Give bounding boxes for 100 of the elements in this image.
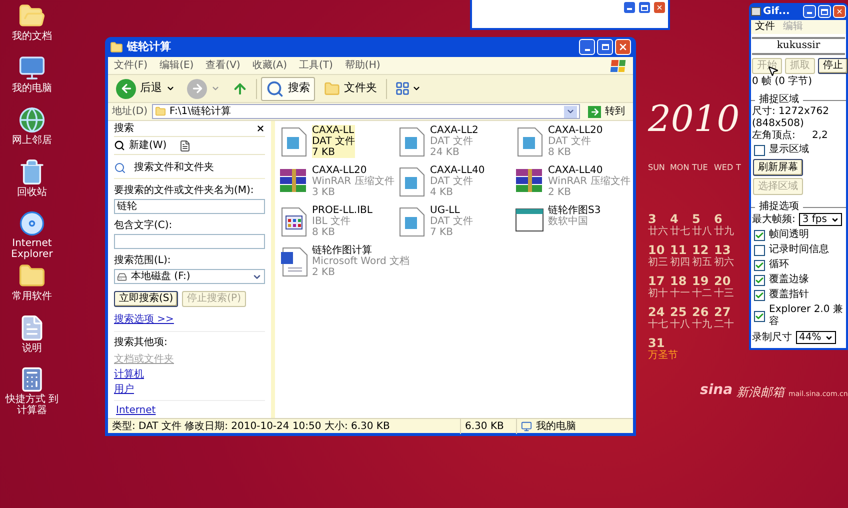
address-field[interactable]: F:\1\链轮计算 xyxy=(152,104,580,119)
search-now-button[interactable]: 立即搜索(S) xyxy=(114,291,178,307)
search-button[interactable]: 搜索 xyxy=(261,76,315,100)
stop-button[interactable]: 停止 xyxy=(818,58,848,74)
maximize-button[interactable] xyxy=(818,5,831,18)
file-name: CAXA-LL xyxy=(312,125,355,136)
file-size: 2 KB xyxy=(548,187,572,198)
maximize-icon xyxy=(821,8,828,14)
file-name: CAXA-LL20 xyxy=(548,125,603,136)
corner-label: 左角顶点: xyxy=(752,130,796,142)
file-size: 2 KB xyxy=(312,267,336,278)
file-item[interactable]: CAXA-LL20 WinRAR 压缩文件 3 KB xyxy=(279,165,397,203)
close-button[interactable] xyxy=(615,39,631,55)
desktop-icon-label[interactable]: 网上邻居 xyxy=(12,135,52,146)
new-search-button[interactable]: 新建(W) xyxy=(114,138,167,153)
frame-rate-dropdown[interactable]: 3 fps xyxy=(799,213,842,226)
caret-icon xyxy=(211,84,220,93)
checkbox[interactable] xyxy=(754,260,765,270)
calendar-day: 24 xyxy=(648,305,670,319)
file-item[interactable]: CAXA-LL2 DAT 文件 24 KB xyxy=(397,125,515,163)
record-size-dropdown[interactable]: 44% xyxy=(796,331,836,344)
dropdown-value: 3 fps xyxy=(802,214,827,226)
refresh-screen-button[interactable]: 刷新屏幕 xyxy=(753,159,803,176)
desktop-icon-label[interactable]: 说明 xyxy=(22,343,42,354)
close-button[interactable] xyxy=(833,5,846,18)
internet-link[interactable]: Internet xyxy=(116,403,156,418)
file-item[interactable]: UG-LL DAT 文件 7 KB xyxy=(397,205,515,243)
calendar-day: 25 xyxy=(670,305,692,319)
calendar-day: 12 xyxy=(692,243,714,257)
file-item[interactable]: 链轮作图计算 Microsoft Word 文档 2 KB xyxy=(279,245,410,283)
word-document-icon xyxy=(280,247,308,277)
menu-item[interactable]: 查看(V) xyxy=(200,58,246,73)
close-icon[interactable] xyxy=(256,124,265,133)
desktop-icon-label[interactable]: 回收站 xyxy=(17,187,47,198)
lunar-date: 廿九 xyxy=(714,226,734,237)
desktop-icon-label[interactable]: 快捷方式 到计算器 xyxy=(3,394,61,416)
status-info: 类型: DAT 文件 修改日期: 2010-10-24 10:50 大小: 6.30 KB xyxy=(111,420,391,434)
maximize-button[interactable] xyxy=(597,39,613,55)
menu-item[interactable]: 工具(T) xyxy=(293,58,339,73)
menu-item[interactable]: 收藏(A) xyxy=(246,58,293,73)
search-options-link[interactable]: 搜索选项 >> xyxy=(114,312,265,327)
lunar-date: 十三 xyxy=(714,288,734,299)
minimize-button[interactable] xyxy=(803,5,816,18)
checkbox[interactable] xyxy=(754,144,765,156)
desktop-icon-label[interactable]: 我的文档 xyxy=(12,31,52,42)
folder-icon xyxy=(324,80,340,96)
minimize-button[interactable] xyxy=(579,39,595,55)
lunar-date: 初五 xyxy=(692,257,712,268)
checkbox-label: 显示区域 xyxy=(769,144,809,156)
dropdown-value: 44% xyxy=(799,332,822,344)
calendar-day: 19 xyxy=(692,274,714,288)
field-label: 搜索范围(L): xyxy=(114,254,172,268)
minimize-icon xyxy=(807,12,812,14)
checkbox[interactable] xyxy=(754,230,765,240)
file-item[interactable]: CAXA-LL40 DAT 文件 4 KB xyxy=(397,165,515,203)
minimize-button[interactable] xyxy=(623,1,636,14)
folders-button[interactable]: 文件夹 xyxy=(319,76,382,100)
calendar-day: 31 xyxy=(648,336,670,350)
input-field[interactable] xyxy=(114,234,265,249)
search-link[interactable]: 计算机 xyxy=(114,367,144,382)
close-button[interactable] xyxy=(653,1,666,14)
lunar-date: 十八 xyxy=(670,319,690,330)
file-type: Microsoft Word 文档 xyxy=(312,256,410,267)
go-button[interactable]: 转到 xyxy=(584,104,629,119)
window-title: Gif... xyxy=(763,5,790,19)
desktop-icon-label[interactable]: Internet Explorer xyxy=(3,238,61,260)
file-name: CAXA-LL40 xyxy=(548,165,603,176)
input-field[interactable]: 链轮 xyxy=(114,199,265,214)
field-label: 最大帧频: xyxy=(752,214,796,226)
menu-item[interactable]: 编辑(E) xyxy=(154,58,200,73)
caret-icon xyxy=(831,216,839,224)
lunar-date: 初十 xyxy=(648,288,668,299)
maximize-icon xyxy=(641,4,648,10)
checkbox[interactable] xyxy=(754,310,765,322)
checkbox[interactable] xyxy=(754,274,765,286)
scope-dropdown[interactable]: 本地磁盘 (F:) xyxy=(114,269,265,284)
file-item[interactable]: CAXA-LL40 WinRAR 压缩文件 2 KB xyxy=(515,165,633,203)
checkbox[interactable] xyxy=(754,244,765,256)
file-size: 7 KB xyxy=(312,147,336,158)
lunar-date: 初四 xyxy=(670,257,690,268)
menu-item[interactable]: 帮助(H) xyxy=(338,58,386,73)
checkbox[interactable] xyxy=(754,290,765,300)
menu-item[interactable]: 文件(F) xyxy=(108,58,154,73)
file-name: CAXA-LL40 xyxy=(430,165,485,176)
search-link[interactable]: 用户 xyxy=(114,382,134,397)
file-type: DAT 文件 xyxy=(548,136,592,147)
desktop-icon-label[interactable]: 常用软件 xyxy=(12,291,52,302)
maximize-button[interactable] xyxy=(638,1,651,14)
file-item[interactable]: CAXA-LL DAT 文件 7 KB xyxy=(279,125,397,163)
lunar-date: 初三 xyxy=(648,257,668,268)
file-item[interactable]: PROE-LL.IBL IBL 文件 8 KB xyxy=(279,205,397,243)
caret-icon xyxy=(166,84,175,93)
checkbox-label: 覆盖边缘 xyxy=(769,274,809,286)
document-icon[interactable] xyxy=(178,140,191,152)
file-item[interactable]: CAXA-LL20 DAT 文件 8 KB xyxy=(515,125,633,163)
weekday-label: TUE xyxy=(692,162,708,174)
back-button[interactable]: 后退 xyxy=(112,78,179,98)
menu-item[interactable]: 文件 xyxy=(755,21,775,33)
file-item[interactable]: 链轮作图S3 数软中国 xyxy=(515,205,633,243)
desktop-icon-label[interactable]: 我的电脑 xyxy=(12,83,52,94)
